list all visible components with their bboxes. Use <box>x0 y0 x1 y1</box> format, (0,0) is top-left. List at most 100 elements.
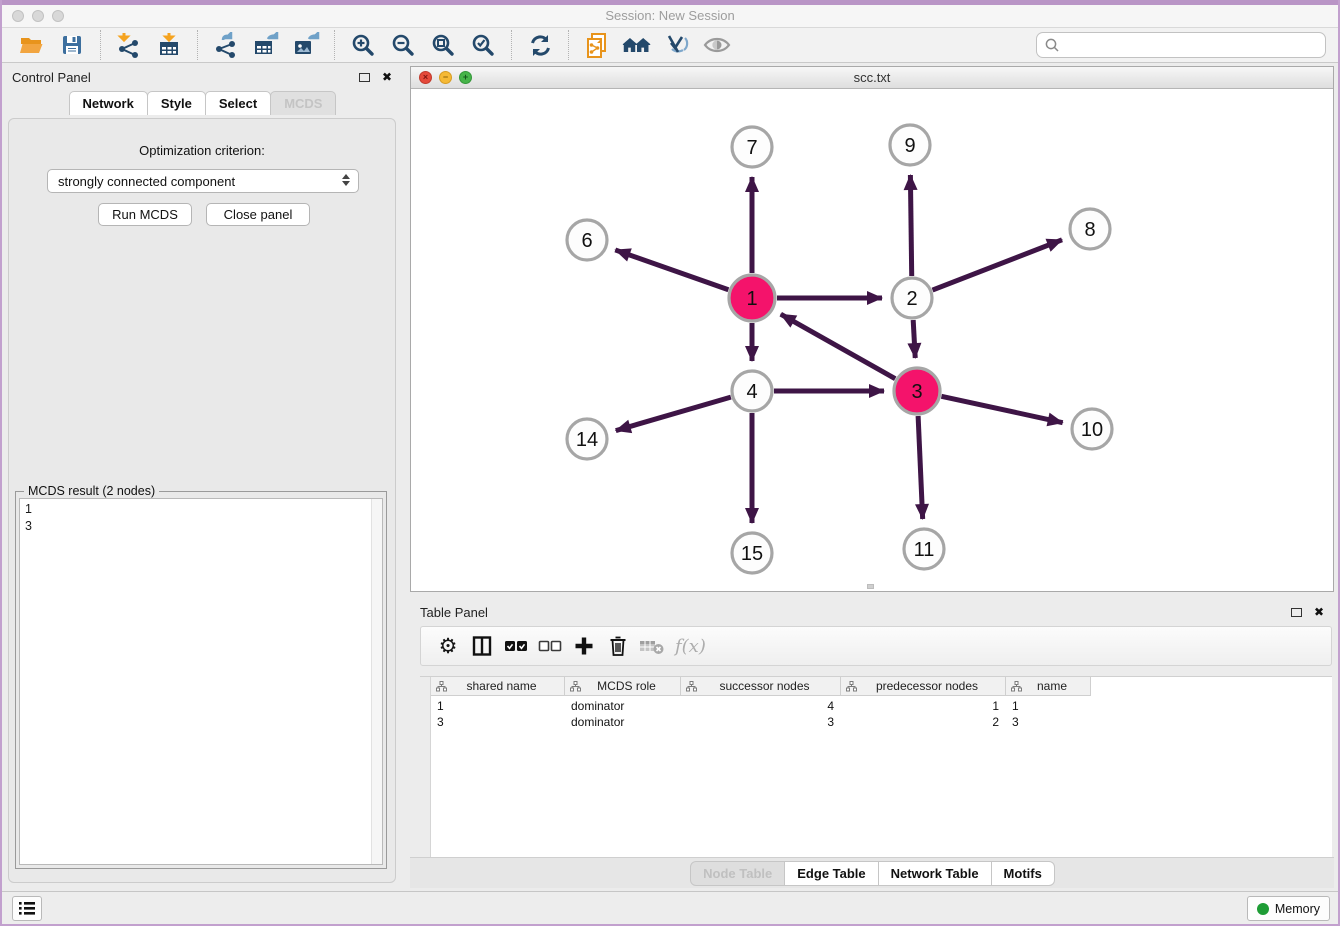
panel-splitter[interactable] <box>402 63 410 891</box>
column-sort-icon[interactable] <box>570 681 581 692</box>
export-image-icon[interactable] <box>291 30 321 60</box>
network-window-titlebar[interactable]: × − + scc.txt <box>411 67 1333 89</box>
show-hide-panel-icon[interactable] <box>702 30 732 60</box>
cell-MCDS-role[interactable]: dominator <box>565 714 681 730</box>
float-panel-icon[interactable] <box>359 73 370 82</box>
edge-2-3[interactable] <box>913 320 915 358</box>
table-row[interactable]: 3dominator323 <box>431 714 1091 730</box>
criterion-dropdown[interactable]: strongly connected component <box>47 169 359 193</box>
close-window-icon[interactable] <box>12 10 24 22</box>
tab-edge-table[interactable]: Edge Table <box>784 861 878 886</box>
close-panel-button[interactable]: Close panel <box>206 203 310 226</box>
network-canvas[interactable]: 7968124314101511 <box>411 89 1333 591</box>
show-column-panel-icon[interactable] <box>465 631 499 661</box>
cell-shared-name[interactable]: 1 <box>431 698 565 714</box>
add-column-icon[interactable] <box>567 631 601 661</box>
settings-icon[interactable]: ⚙ <box>431 631 465 661</box>
network-minimize-icon[interactable]: − <box>439 71 452 84</box>
toolbar-separator <box>197 30 198 60</box>
edge-2-8[interactable] <box>933 240 1063 290</box>
column-header-shared-name[interactable]: shared name <box>431 677 565 696</box>
run-mcds-button[interactable]: Run MCDS <box>98 203 192 226</box>
mcds-result-list[interactable]: 13 <box>19 498 383 865</box>
close-table-panel-icon[interactable]: ✖ <box>1314 605 1324 619</box>
dropdown-stepper-icon <box>342 174 350 186</box>
column-header-MCDS-role[interactable]: MCDS role <box>565 677 681 696</box>
cell-shared-name[interactable]: 3 <box>431 714 565 730</box>
node-label-3: 3 <box>911 381 922 403</box>
import-table-icon[interactable] <box>154 30 184 60</box>
save-session-icon[interactable] <box>57 30 87 60</box>
column-sort-icon[interactable] <box>846 681 857 692</box>
memory-button[interactable]: Memory <box>1247 896 1330 921</box>
node-label-4: 4 <box>746 381 757 403</box>
column-sort-icon[interactable] <box>1011 681 1022 692</box>
unselect-all-columns-icon[interactable] <box>533 631 567 661</box>
result-scrollbar[interactable] <box>371 499 382 864</box>
cell-MCDS-role[interactable]: dominator <box>565 698 681 714</box>
toolbar-separator <box>334 30 335 60</box>
close-panel-icon[interactable]: ✖ <box>382 70 392 84</box>
select-all-columns-icon[interactable] <box>499 631 533 661</box>
column-header-name[interactable]: name <box>1006 677 1091 696</box>
export-table-icon[interactable] <box>251 30 281 60</box>
traffic-lights <box>12 10 64 22</box>
delete-column-icon[interactable] <box>601 631 635 661</box>
delete-table-icon[interactable] <box>635 631 669 661</box>
cell-name[interactable]: 1 <box>1006 698 1091 714</box>
result-item[interactable]: 3 <box>25 518 382 535</box>
network-window: × − + scc.txt 7968124314101511 <box>410 66 1334 592</box>
tab-select[interactable]: Select <box>205 91 271 115</box>
tab-motifs[interactable]: Motifs <box>991 861 1055 886</box>
minimize-window-icon[interactable] <box>32 10 44 22</box>
column-header-predecessor-nodes[interactable]: predecessor nodes <box>841 677 1006 696</box>
network-zoom-icon[interactable]: + <box>459 71 472 84</box>
table-panel-title: Table Panel <box>420 605 488 620</box>
search-box[interactable] <box>1036 32 1326 58</box>
zoom-out-icon[interactable] <box>388 30 418 60</box>
column-sort-icon[interactable] <box>436 681 447 692</box>
zoom-window-icon[interactable] <box>52 10 64 22</box>
tab-network[interactable]: Network <box>69 91 148 115</box>
resize-handle[interactable] <box>867 584 874 589</box>
task-history-button[interactable] <box>12 896 42 921</box>
column-sort-icon[interactable] <box>686 681 697 692</box>
zoom-selected-icon[interactable] <box>468 30 498 60</box>
clone-network-icon[interactable] <box>582 30 612 60</box>
cell-predecessor-nodes[interactable]: 2 <box>841 714 1006 730</box>
open-session-icon[interactable] <box>17 30 47 60</box>
result-item[interactable]: 1 <box>25 501 382 518</box>
search-input[interactable] <box>1061 35 1325 55</box>
apply-preferred-layout-icon[interactable] <box>525 30 555 60</box>
tab-network-table[interactable]: Network Table <box>878 861 992 886</box>
hide-graphics-details-icon[interactable] <box>662 30 692 60</box>
function-builder-icon[interactable]: f(x) <box>675 636 706 657</box>
tab-mcds[interactable]: MCDS <box>270 91 336 115</box>
edge-4-14[interactable] <box>616 397 731 430</box>
zoom-in-icon[interactable] <box>348 30 378 60</box>
column-header-successor-nodes[interactable]: successor nodes <box>681 677 841 696</box>
home-icon[interactable] <box>622 30 652 60</box>
edge-2-9[interactable] <box>910 175 911 276</box>
edge-3-1[interactable] <box>781 314 895 379</box>
edge-1-6[interactable] <box>615 250 728 290</box>
edge-3-11[interactable] <box>918 416 923 519</box>
toolbar-separator <box>568 30 569 60</box>
table-row-gutter <box>420 677 431 857</box>
float-table-panel-icon[interactable] <box>1291 608 1302 617</box>
export-network-icon[interactable] <box>211 30 241 60</box>
node-label-11: 11 <box>914 539 935 561</box>
cell-predecessor-nodes[interactable]: 1 <box>841 698 1006 714</box>
table-row[interactable]: 1dominator411 <box>431 698 1091 714</box>
edge-3-10[interactable] <box>941 396 1062 422</box>
tab-style[interactable]: Style <box>147 91 206 115</box>
cell-successor-nodes[interactable]: 3 <box>681 714 841 730</box>
import-network-icon[interactable] <box>114 30 144 60</box>
tab-node-table[interactable]: Node Table <box>690 861 785 886</box>
network-close-icon[interactable]: × <box>419 71 432 84</box>
zoom-fit-icon[interactable] <box>428 30 458 60</box>
control-panel: Control Panel ✖ NetworkStyleSelectMCDS O… <box>2 63 402 891</box>
cell-name[interactable]: 3 <box>1006 714 1091 730</box>
cell-successor-nodes[interactable]: 4 <box>681 698 841 714</box>
table-panel-header: Table Panel ✖ <box>410 598 1334 626</box>
